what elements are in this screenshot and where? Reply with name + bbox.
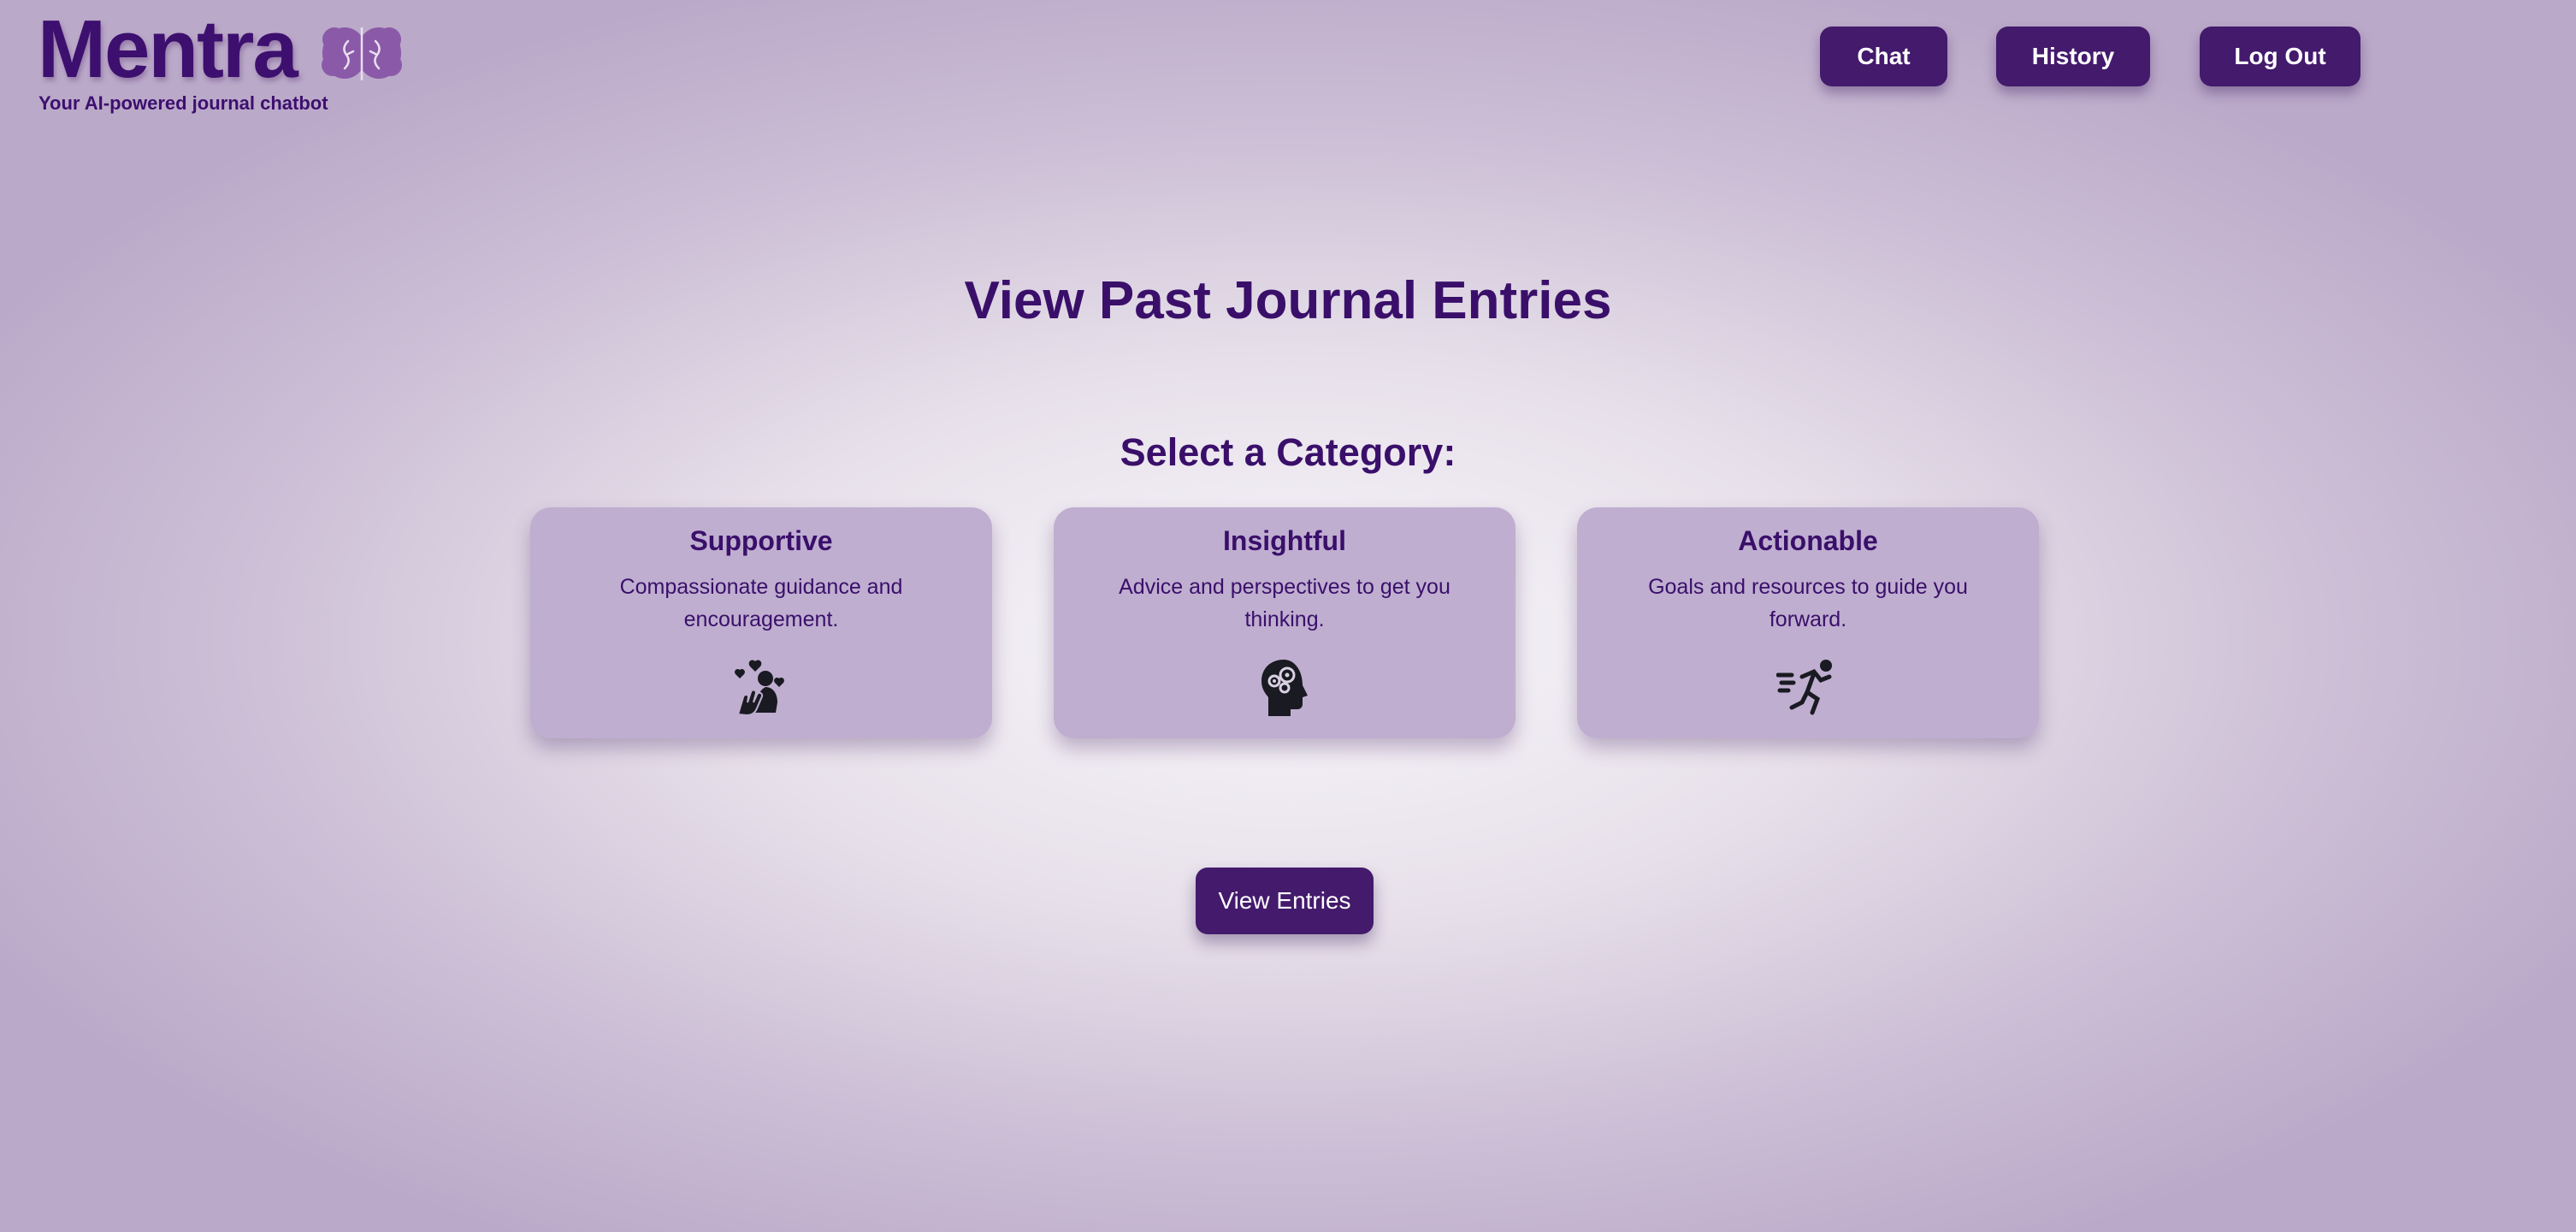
caring-hand-hearts-icon [735,660,784,717]
app-logo: Mentra [38,5,405,94]
category-card-actionable[interactable]: Actionable Goals and resources to guide … [1577,507,2039,738]
logout-button[interactable]: Log Out [2200,27,2360,86]
category-section-title: Select a Category: [1120,430,1456,474]
app-name: Mentra [38,3,298,95]
category-card-insightful[interactable]: Insightful Advice and perspectives to ge… [1054,507,1515,738]
category-card-title: Insightful [1223,525,1346,556]
history-nav-button[interactable]: History [1996,27,2150,86]
category-card-description: Advice and perspectives to get you think… [1119,575,1450,631]
category-card-supportive[interactable]: Supportive Compassionate guidance and en… [530,507,992,738]
brain-icon [321,27,402,80]
chat-nav-button[interactable]: Chat [1820,27,1947,86]
category-card-description: Goals and resources to guide you forward… [1648,575,1968,631]
category-card-title: Actionable [1738,525,1878,556]
app-tagline: Your AI-powered journal chatbot [38,92,328,114]
category-card-description: Compassionate guidance and encouragement… [619,575,903,631]
view-entries-button[interactable]: View Entries [1196,868,1374,934]
category-card-title: Supportive [689,525,833,556]
page-title: View Past Journal Entries [964,271,1612,330]
running-person-icon [1776,660,1832,715]
head-gears-icon [1261,660,1308,716]
